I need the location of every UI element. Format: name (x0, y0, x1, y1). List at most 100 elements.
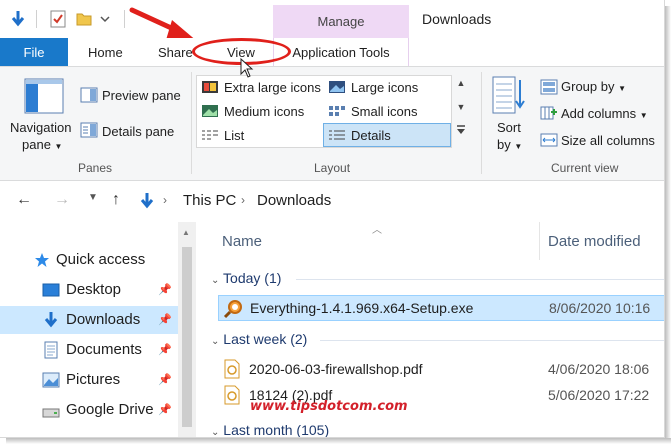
sort-ascending-caret-icon: ︿ (372, 225, 382, 236)
column-header-date-modified[interactable]: Date modified (548, 233, 641, 250)
file-row[interactable]: Everything-1.4.1.969.x64-Setup.exe 8/06/… (218, 295, 664, 324)
recent-locations-chevron-icon[interactable]: ▼ (88, 192, 98, 203)
group-by-button[interactable]: Group by ▼ (561, 79, 626, 94)
tab-share[interactable]: Share (158, 45, 193, 60)
small-icons-option[interactable]: Small icons (351, 104, 417, 119)
nav-item-downloads[interactable]: Downloads 📌 (0, 306, 178, 334)
nav-item-desktop[interactable]: Desktop 📌 (0, 276, 178, 304)
preview-pane-icon[interactable] (80, 87, 98, 108)
navigation-pane-label-2[interactable]: pane ▼ (22, 137, 62, 152)
desktop-icon (42, 283, 60, 302)
tab-home[interactable]: Home (88, 45, 123, 60)
column-divider[interactable] (539, 222, 540, 260)
quick-access-separator-2 (124, 10, 125, 28)
preview-pane-button[interactable]: Preview pane (102, 88, 181, 103)
properties-icon[interactable] (48, 9, 68, 29)
chevron-down-icon: ▼ (514, 142, 523, 151)
chevron-down-icon: ⌄ (211, 427, 220, 438)
group-by-icon (540, 79, 558, 100)
documents-icon (43, 341, 59, 364)
details-view-icon (328, 128, 346, 147)
nav-scroll-up-icon[interactable]: ▲ (182, 228, 190, 237)
list-option[interactable]: List (224, 128, 244, 143)
breadcrumb-separator-icon: › (163, 193, 167, 207)
quick-access-separator (36, 10, 37, 28)
pictures-icon (42, 372, 60, 393)
sort-by-icon[interactable] (492, 76, 526, 119)
chevron-down-icon: ▼ (639, 111, 648, 120)
details-pane-icon[interactable] (80, 122, 98, 143)
pin-icon[interactable]: 📌 (158, 313, 172, 326)
group-header-last-week[interactable]: ⌄ Last week (2) (211, 331, 307, 347)
pin-icon[interactable]: 📌 (158, 283, 172, 296)
details-pane-button[interactable]: Details pane (102, 124, 174, 139)
mouse-cursor-icon (240, 58, 254, 78)
manage-context-tab[interactable]: Manage (273, 5, 409, 38)
large-icons-icon (328, 80, 346, 99)
current-view-group-label: Current view (551, 161, 619, 175)
nav-item-pictures[interactable]: Pictures 📌 (0, 366, 178, 394)
downloads-icon (43, 311, 59, 334)
nav-pane-scroll-thumb[interactable] (182, 247, 192, 427)
ribbon-separator (191, 72, 192, 174)
group-divider (320, 340, 664, 341)
navigation-pane-icon[interactable] (24, 78, 64, 119)
file-row[interactable]: 2020-06-03-firewallshop.pdf 4/06/2020 18… (218, 357, 664, 384)
chevron-down-icon: ⌄ (211, 275, 220, 286)
medium-icons-icon (201, 104, 219, 123)
sort-by-label[interactable]: Sort (497, 120, 521, 135)
search-magnifier-app-icon (223, 299, 243, 324)
pdf-file-icon (224, 385, 240, 410)
explorer-window: Manage Downloads File Home Share View Ap… (0, 0, 665, 438)
pin-icon[interactable]: 📌 (158, 403, 172, 416)
layout-scroll-down-icon[interactable]: ▼ (454, 102, 468, 124)
pin-icon[interactable]: 📌 (158, 343, 172, 356)
address-bar[interactable]: › This PC › Downloads (133, 189, 664, 215)
navigation-pane-label[interactable]: Navigation (10, 120, 71, 135)
back-arrow-icon[interactable]: ← (16, 191, 32, 209)
layout-group-label: Layout (314, 161, 351, 175)
drive-icon (42, 405, 60, 423)
tab-file[interactable]: File (0, 38, 68, 66)
details-option[interactable]: Details (351, 128, 391, 143)
add-columns-icon (540, 105, 558, 126)
window-shadow-bottom (6, 438, 671, 444)
up-arrow-icon[interactable]: ↑ (112, 191, 120, 209)
medium-icons-option[interactable]: Medium icons (224, 104, 304, 119)
group-header-last-month[interactable]: ⌄ Last month (105) (211, 422, 329, 438)
watermark: www.tipsdotcom.com (250, 399, 408, 414)
size-all-columns-icon (540, 132, 558, 153)
window-shadow-right (665, 6, 671, 444)
small-icons-icon (328, 104, 346, 123)
list-view-icon (201, 128, 219, 147)
layout-expand-icon[interactable] (454, 124, 468, 146)
group-header-today[interactable]: ⌄ Today (1) (211, 270, 281, 286)
breadcrumb-separator-icon: › (241, 193, 245, 207)
breadcrumb-this-pc[interactable]: This PC (183, 192, 236, 209)
nav-item-quick-access[interactable]: Quick access (0, 246, 178, 274)
customize-quick-access-chevron-icon[interactable] (98, 9, 112, 29)
layout-scroll-up-icon[interactable]: ▲ (454, 78, 468, 100)
sort-by-label-2[interactable]: by ▼ (497, 137, 522, 152)
chevron-down-icon: ▼ (54, 142, 63, 151)
add-columns-button[interactable]: Add columns ▼ (561, 106, 648, 121)
group-divider (296, 279, 664, 280)
quick-access-down-arrow-icon[interactable] (8, 9, 28, 29)
size-all-columns-button[interactable]: Size all columns (561, 133, 655, 148)
chevron-down-icon: ▼ (618, 84, 627, 93)
star-icon (34, 252, 50, 273)
breadcrumb-downloads[interactable]: Downloads (257, 192, 331, 209)
nav-item-google-drive[interactable]: Google Drive 📌 (0, 396, 178, 424)
extra-large-icons-option[interactable]: Extra large icons (224, 80, 321, 95)
ribbon-separator-2 (481, 72, 482, 174)
column-header-name[interactable]: Name (222, 233, 262, 250)
forward-arrow-icon[interactable]: → (54, 191, 70, 209)
tab-application-tools[interactable]: Application Tools (273, 38, 409, 66)
chevron-down-icon: ⌄ (211, 336, 220, 347)
download-folder-icon (139, 192, 155, 215)
pin-icon[interactable]: 📌 (158, 373, 172, 386)
new-folder-icon[interactable] (74, 9, 94, 29)
nav-item-documents[interactable]: Documents 📌 (0, 336, 178, 364)
pdf-file-icon (224, 359, 240, 384)
large-icons-option[interactable]: Large icons (351, 80, 418, 95)
